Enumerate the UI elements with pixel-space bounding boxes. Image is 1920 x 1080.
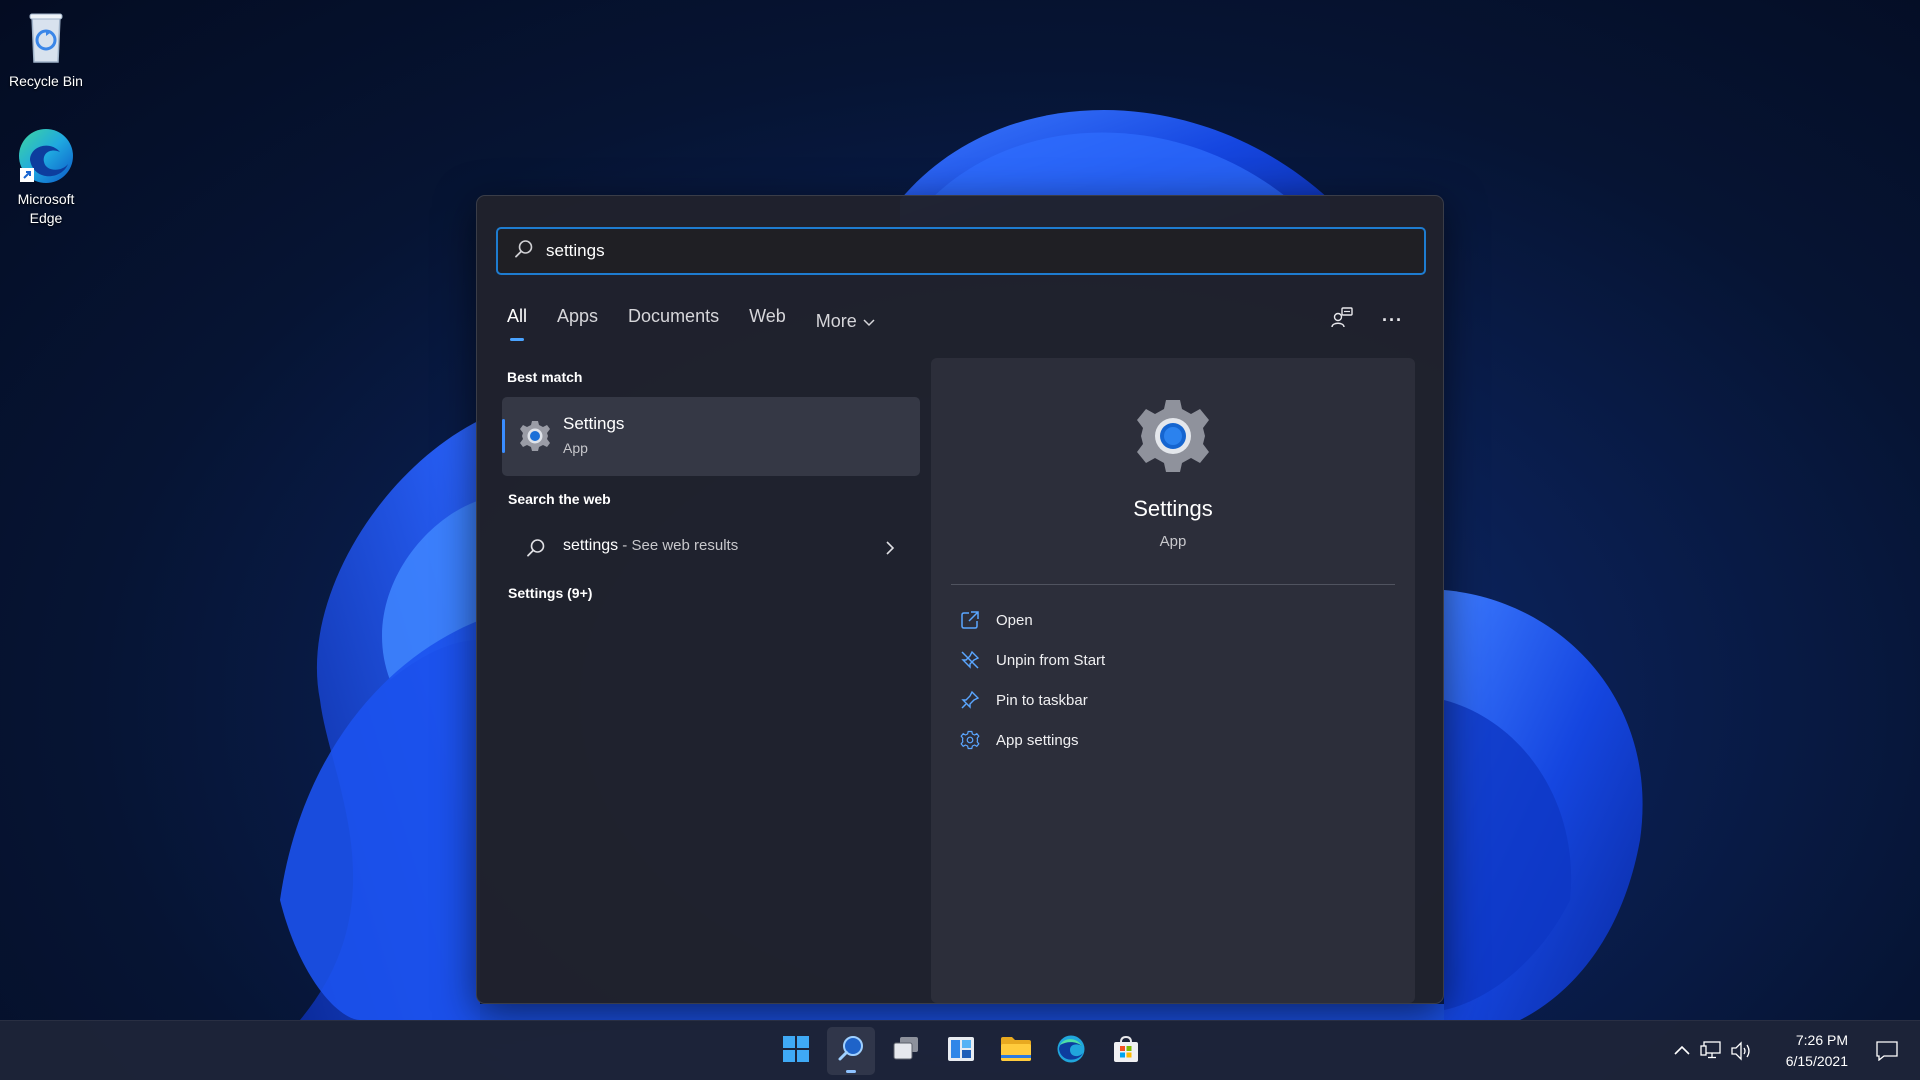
clock-date: 6/15/2021	[1785, 1053, 1848, 1069]
selection-indicator	[502, 419, 505, 453]
widgets-icon	[946, 1034, 976, 1069]
tab-web[interactable]: Web	[749, 306, 786, 336]
taskbar-file-explorer-button[interactable]	[992, 1027, 1040, 1075]
desktop-icon-recycle-bin[interactable]: Recycle Bin	[0, 8, 92, 91]
search-filter-tabs: All Apps Documents Web More	[507, 306, 905, 341]
search-web-heading: Search the web	[508, 491, 611, 507]
edge-icon	[16, 126, 76, 186]
gear-icon	[959, 729, 981, 751]
action-unpin-from-start[interactable]: Unpin from Start	[959, 645, 1379, 675]
web-search-query: settings - See web results	[563, 537, 739, 554]
chevron-right-icon	[885, 541, 895, 560]
network-icon[interactable]	[1700, 1041, 1722, 1064]
search-input[interactable]	[546, 241, 1386, 261]
desktop-icon-label: Microsoft Edge	[17, 191, 75, 226]
preview-title: Settings	[1133, 496, 1213, 521]
tab-documents[interactable]: Documents	[628, 306, 719, 336]
notification-icon[interactable]	[1876, 1041, 1898, 1066]
web-search-result[interactable]: settings - See web results	[502, 525, 920, 571]
search-flyout: All Apps Documents Web More ··· Best mat…	[476, 195, 1444, 1004]
taskbar: 7:26 PM 6/15/2021	[0, 1020, 1920, 1080]
desktop-icon-label: Recycle Bin	[9, 73, 83, 89]
windows-logo-icon	[782, 1035, 810, 1068]
search-icon	[514, 239, 534, 264]
result-preview-panel: Settings App Open Unpin from Start Pin t…	[931, 358, 1415, 1003]
clock-time: 7:26 PM	[1795, 1032, 1848, 1048]
account-share-icon[interactable]	[1330, 306, 1354, 335]
open-external-icon	[959, 609, 981, 631]
search-toolbar: ···	[1330, 306, 1403, 335]
preview-subtitle: App	[1159, 533, 1187, 550]
action-pin-to-taskbar[interactable]: Pin to taskbar	[959, 685, 1379, 715]
pin-icon	[959, 689, 981, 711]
best-match-heading: Best match	[507, 369, 583, 385]
edge-icon	[1056, 1034, 1086, 1069]
volume-icon[interactable]	[1730, 1041, 1752, 1066]
search-icon	[526, 538, 546, 563]
taskbar-clock[interactable]: 7:26 PM 6/15/2021	[1786, 1030, 1848, 1072]
taskbar-start-button[interactable]	[772, 1027, 820, 1075]
best-match-result[interactable]: Settings App	[502, 397, 920, 476]
chevron-down-icon	[863, 311, 875, 332]
taskbar-edge-button[interactable]	[1047, 1027, 1095, 1075]
action-open[interactable]: Open	[959, 605, 1379, 635]
taskbar-widgets-button[interactable]	[937, 1027, 985, 1075]
recycle-bin-icon	[16, 8, 76, 68]
best-match-title: Settings	[563, 414, 625, 433]
tab-more[interactable]: More	[816, 306, 875, 336]
taskbar-search-button[interactable]	[827, 1027, 875, 1075]
desktop-icon-edge[interactable]: Microsoft Edge	[0, 126, 92, 228]
folder-icon	[1000, 1035, 1032, 1068]
unpin-icon	[959, 649, 981, 671]
task-view-icon	[891, 1034, 921, 1069]
tab-apps[interactable]: Apps	[557, 306, 598, 336]
store-icon	[1111, 1034, 1141, 1069]
chevron-up-icon[interactable]	[1674, 1043, 1690, 1061]
search-icon	[836, 1034, 866, 1069]
settings-results-heading[interactable]: Settings (9+)	[508, 585, 592, 601]
ellipsis-icon[interactable]: ···	[1382, 310, 1403, 331]
settings-gear-icon	[518, 419, 552, 458]
search-box[interactable]	[496, 227, 1426, 275]
preview-divider	[951, 584, 1395, 585]
taskbar-task-view-button[interactable]	[882, 1027, 930, 1075]
settings-gear-icon	[1133, 396, 1213, 481]
tab-all[interactable]: All	[507, 306, 527, 341]
taskbar-store-button[interactable]	[1102, 1027, 1150, 1075]
best-match-subtitle: App	[563, 440, 588, 456]
action-app-settings[interactable]: App settings	[959, 725, 1379, 755]
